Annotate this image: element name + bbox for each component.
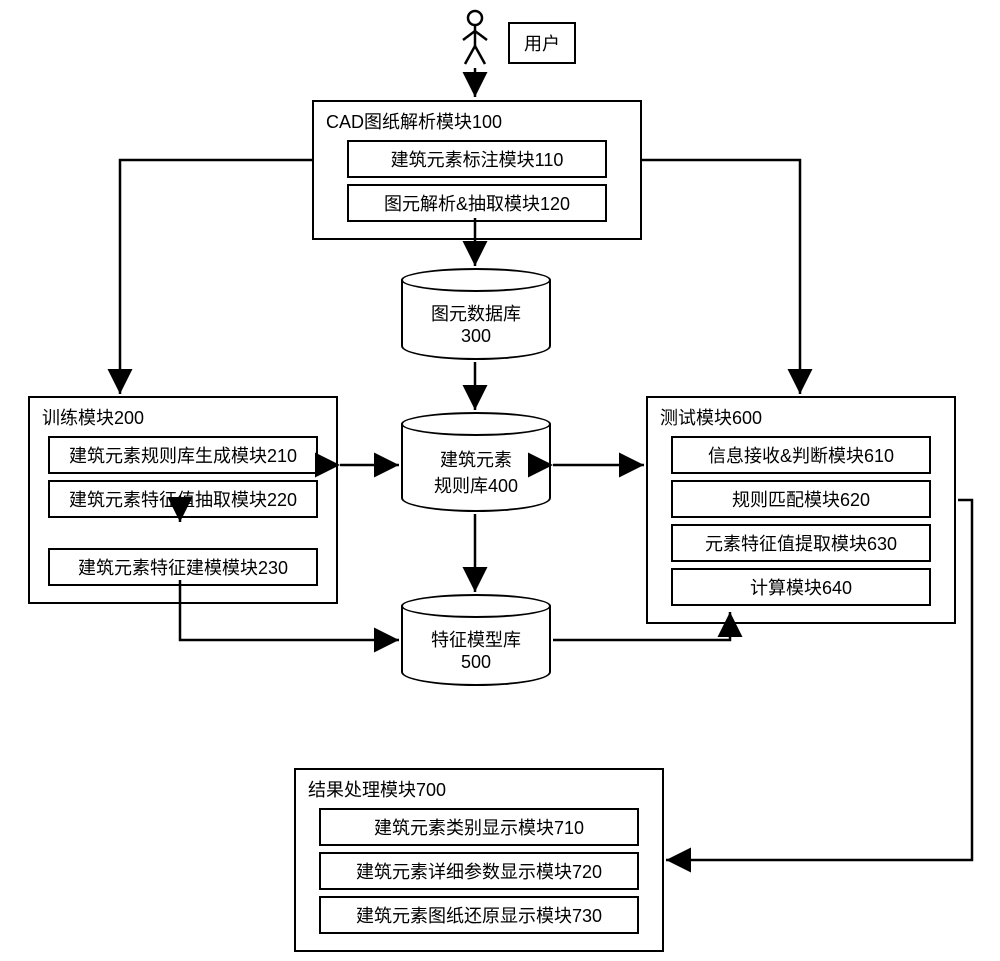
- db-500: 特征模型库 500: [401, 594, 551, 686]
- sub-110: 建筑元素标注模块110: [347, 140, 607, 178]
- sub-730: 建筑元素图纸还原显示模块730: [319, 896, 639, 934]
- db-400: 建筑元素 规则库400: [401, 412, 551, 512]
- module-600: 测试模块600 信息接收&判断模块610 规则匹配模块620 元素特征值提取模块…: [646, 396, 956, 624]
- module-200: 训练模块200 建筑元素规则库生成模块210 建筑元素特征值抽取模块220 建筑…: [28, 396, 338, 604]
- module-200-title: 训练模块200: [42, 404, 326, 430]
- sub-610: 信息接收&判断模块610: [671, 436, 931, 474]
- module-600-title: 测试模块600: [660, 404, 944, 430]
- module-100: CAD图纸解析模块100 建筑元素标注模块110 图元解析&抽取模块120: [312, 100, 642, 240]
- db-400-l1: 建筑元素: [401, 446, 551, 472]
- db-300: 图元数据库 300: [401, 268, 551, 360]
- sub-120: 图元解析&抽取模块120: [347, 184, 607, 222]
- user-label: 用户: [524, 34, 560, 54]
- sub-720: 建筑元素详细参数显示模块720: [319, 852, 639, 890]
- sub-640: 计算模块640: [671, 568, 931, 606]
- module-700: 结果处理模块700 建筑元素类别显示模块710 建筑元素详细参数显示模块720 …: [294, 768, 664, 952]
- db-300-l2: 300: [401, 326, 551, 347]
- user-label-box: 用户: [508, 22, 576, 64]
- sub-630: 元素特征值提取模块630: [671, 524, 931, 562]
- sub-230: 建筑元素特征建模模块230: [48, 548, 318, 586]
- sub-220: 建筑元素特征值抽取模块220: [48, 480, 318, 518]
- db-400-l2: 规则库400: [401, 472, 551, 498]
- db-300-l1: 图元数据库: [401, 300, 551, 326]
- user-actor: [460, 8, 490, 73]
- db-500-l2: 500: [401, 652, 551, 673]
- sub-210: 建筑元素规则库生成模块210: [48, 436, 318, 474]
- db-500-l1: 特征模型库: [401, 626, 551, 652]
- sub-710: 建筑元素类别显示模块710: [319, 808, 639, 846]
- sub-620: 规则匹配模块620: [671, 480, 931, 518]
- module-100-title: CAD图纸解析模块100: [326, 108, 630, 134]
- module-700-title: 结果处理模块700: [308, 776, 652, 802]
